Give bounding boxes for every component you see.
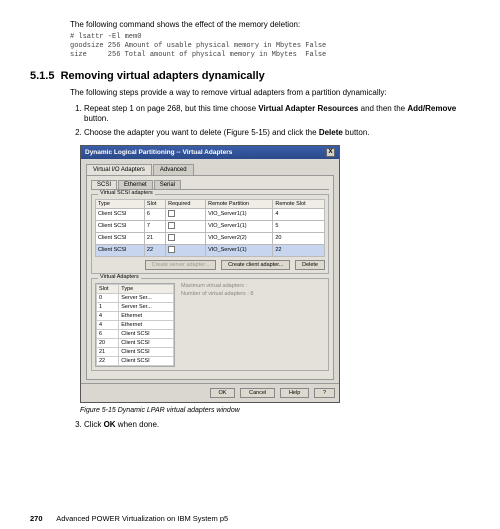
- help-button[interactable]: Help: [280, 388, 309, 398]
- table-row[interactable]: Client SCSI 7 VIO_Server1(1) 5: [96, 220, 325, 232]
- dialog-footer-buttons: OK Cancel Help ?: [81, 383, 339, 402]
- list-item[interactable]: 4Ethernet: [97, 311, 174, 320]
- step-1: Repeat step 1 on page 268, but this time…: [84, 104, 470, 125]
- subtab-serial[interactable]: Serial: [154, 180, 181, 189]
- list-item[interactable]: 1Server Ser...: [97, 302, 174, 311]
- dialog-title: Dynamic Logical Partitioning -- Virtual …: [85, 149, 232, 156]
- list-item[interactable]: 21Client SCSI: [97, 347, 174, 356]
- list-item[interactable]: 6Client SCSI: [97, 329, 174, 338]
- intro-paragraph: The following steps provide a way to rem…: [70, 88, 470, 98]
- va-list-table[interactable]: SlotType 0Server Ser... 1Server Ser... 4…: [95, 283, 175, 367]
- page-number: 270: [30, 514, 43, 523]
- scsi-adapters-table[interactable]: Type Slot Required Remote Partition Remo…: [95, 199, 325, 257]
- list-item[interactable]: 20Client SCSI: [97, 338, 174, 347]
- delete-button[interactable]: Delete: [295, 260, 325, 270]
- intro-text: The following command shows the effect o…: [70, 20, 470, 29]
- code-line: # lsattr -El mem0: [70, 33, 141, 41]
- checkbox-icon[interactable]: [168, 246, 175, 253]
- help-question-button[interactable]: ?: [314, 388, 335, 398]
- group-title-va: Virtual Adapters: [98, 274, 141, 280]
- table-header-row: Type Slot Required Remote Partition Remo…: [96, 199, 325, 208]
- list-item[interactable]: 4Ethernet: [97, 320, 174, 329]
- close-icon[interactable]: X: [326, 148, 335, 157]
- checkbox-icon[interactable]: [168, 210, 175, 217]
- create-server-adapter-button[interactable]: Create server adapter...: [145, 260, 217, 270]
- max-adapters-label: Maximum virtual adapters :: [181, 283, 253, 291]
- main-tabs: Virtual I/O Adapters Advanced: [86, 164, 334, 176]
- titlebar: Dynamic Logical Partitioning -- Virtual …: [81, 146, 339, 159]
- dlpar-dialog: Dynamic Logical Partitioning -- Virtual …: [80, 145, 340, 403]
- steps-list: Repeat step 1 on page 268, but this time…: [84, 104, 470, 139]
- code-block: # lsattr -El mem0 goodsize 256 Amount of…: [70, 33, 470, 60]
- figure-caption: Figure 5-15 Dynamic LPAR virtual adapter…: [80, 407, 470, 414]
- num-adapters-label: Number of virtual adapters : 8: [181, 291, 253, 299]
- cancel-button[interactable]: Cancel: [240, 388, 275, 398]
- step-2: Choose the adapter you want to delete (F…: [84, 128, 470, 138]
- steps-list-continued: Click OK when done.: [84, 420, 470, 430]
- virtual-adapters-group: Virtual Adapters SlotType 0Server Ser...…: [91, 278, 329, 371]
- scsi-adapters-group: Virtual SCSI adapters Type Slot Required…: [91, 194, 329, 274]
- ok-button[interactable]: OK: [210, 388, 236, 398]
- tab-advanced[interactable]: Advanced: [153, 164, 194, 175]
- code-line: size 256 Total amount of physical memory…: [70, 51, 326, 59]
- group-title-scsi: Virtual SCSI adapters: [98, 190, 155, 196]
- subtab-scsi[interactable]: SCSI: [91, 180, 117, 189]
- section-number: 5.1.5: [30, 70, 54, 82]
- book-title: Advanced POWER Virtualization on IBM Sys…: [56, 514, 228, 523]
- subtab-ethernet[interactable]: Ethernet: [118, 180, 153, 189]
- list-item[interactable]: 22Client SCSI: [97, 356, 174, 365]
- checkbox-icon[interactable]: [168, 234, 175, 241]
- list-item[interactable]: 0Server Ser...: [97, 293, 174, 302]
- sub-tabs: SCSI Ethernet Serial: [91, 180, 329, 190]
- section-heading: 5.1.5 Removing virtual adapters dynamica…: [30, 70, 470, 82]
- table-row[interactable]: Client SCSI 21 VIO_Server2(2) 20: [96, 232, 325, 244]
- tab-virtual-io[interactable]: Virtual I/O Adapters: [86, 164, 152, 175]
- code-line: goodsize 256 Amount of usable physical m…: [70, 42, 326, 50]
- step-3: Click OK when done.: [84, 420, 470, 430]
- table-row[interactable]: Client SCSI 6 VIO_Server1(1) 4: [96, 208, 325, 220]
- create-client-adapter-button[interactable]: Create client adapter...: [221, 260, 290, 270]
- va-meta: Maximum virtual adapters : Number of vir…: [181, 283, 253, 367]
- section-title: Removing virtual adapters dynamically: [61, 70, 265, 82]
- page-footer: 270 Advanced POWER Virtualization on IBM…: [30, 514, 228, 523]
- checkbox-icon[interactable]: [168, 222, 175, 229]
- table-row-selected[interactable]: Client SCSI 22 VIO_Server1(1) 22: [96, 244, 325, 256]
